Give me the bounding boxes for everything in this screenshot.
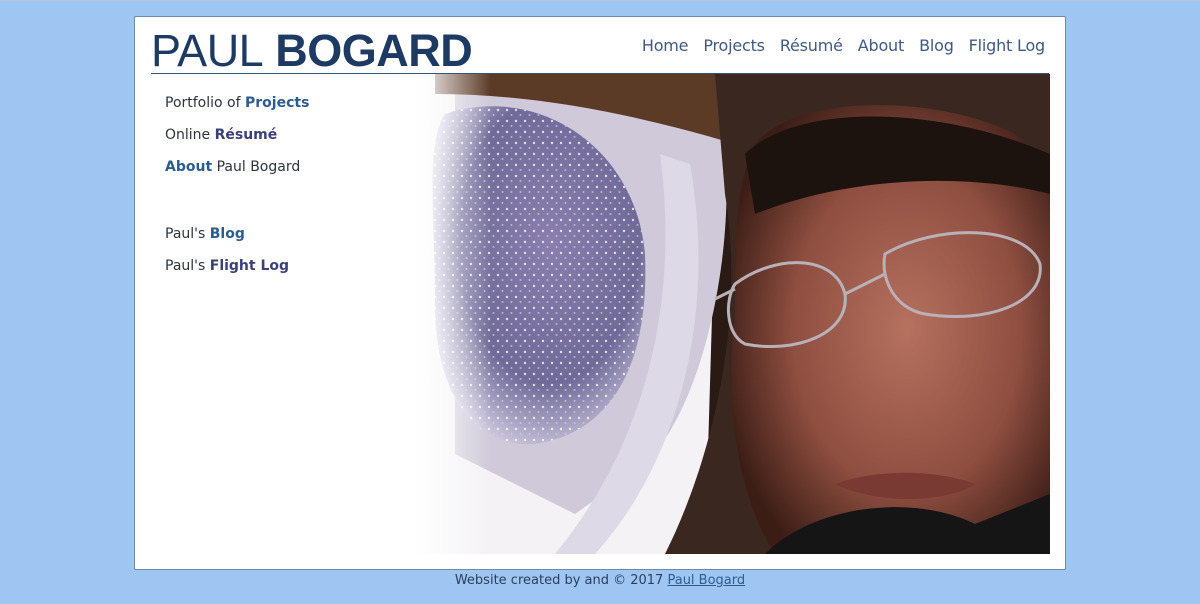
sidebar-item-blog: Paul's Blog — [165, 224, 309, 256]
sidebar-item-flight-log: Paul's Flight Log — [165, 256, 309, 288]
nav-flight-log[interactable]: Flight Log — [969, 36, 1046, 55]
sidebar-flight-log-link[interactable]: Flight Log — [210, 258, 289, 274]
hero-photo — [415, 74, 1050, 554]
sidebar-item-projects: Portfolio of Projects — [165, 93, 309, 125]
sidebar-flight-log-prefix: Paul's — [165, 258, 210, 274]
sidebar-about-link[interactable]: About — [165, 159, 212, 175]
sidebar-blog-prefix: Paul's — [165, 226, 210, 242]
nav-blog[interactable]: Blog — [919, 36, 954, 55]
footer-author-link[interactable]: Paul Bogard — [667, 573, 745, 588]
footer: Website created by and © 2017 Paul Bogar… — [0, 573, 1200, 588]
top-border — [0, 0, 1200, 1]
sidebar-resume-link[interactable]: Résumé — [215, 127, 278, 143]
site-logo[interactable]: PAUL BOGARD — [151, 25, 473, 76]
nav-about[interactable]: About — [858, 36, 905, 55]
nav-home[interactable]: Home — [642, 36, 689, 55]
sidebar-projects-prefix: Portfolio of — [165, 95, 245, 111]
sidebar-resume-prefix: Online — [165, 127, 215, 143]
sidebar-links: Portfolio of Projects Online Résumé Abou… — [165, 93, 309, 288]
sidebar-about-suffix: Paul Bogard — [212, 159, 301, 175]
content-card: PAUL BOGARD Home Projects Résumé About B… — [134, 16, 1066, 570]
sidebar-item-resume: Online Résumé — [165, 125, 309, 157]
sidebar-item-about: About Paul Bogard — [165, 157, 309, 189]
footer-text: Website created by and © 2017 — [454, 573, 668, 588]
nav-resume[interactable]: Résumé — [780, 36, 843, 55]
logo-last-name: BOGARD — [275, 25, 473, 76]
sidebar-blog-link[interactable]: Blog — [210, 226, 245, 242]
nav-projects[interactable]: Projects — [703, 36, 765, 55]
logo-first-name: PAUL — [151, 25, 264, 76]
sidebar-projects-link[interactable]: Projects — [245, 95, 309, 111]
main-nav: Home Projects Résumé About Blog Flight L… — [642, 36, 1045, 55]
